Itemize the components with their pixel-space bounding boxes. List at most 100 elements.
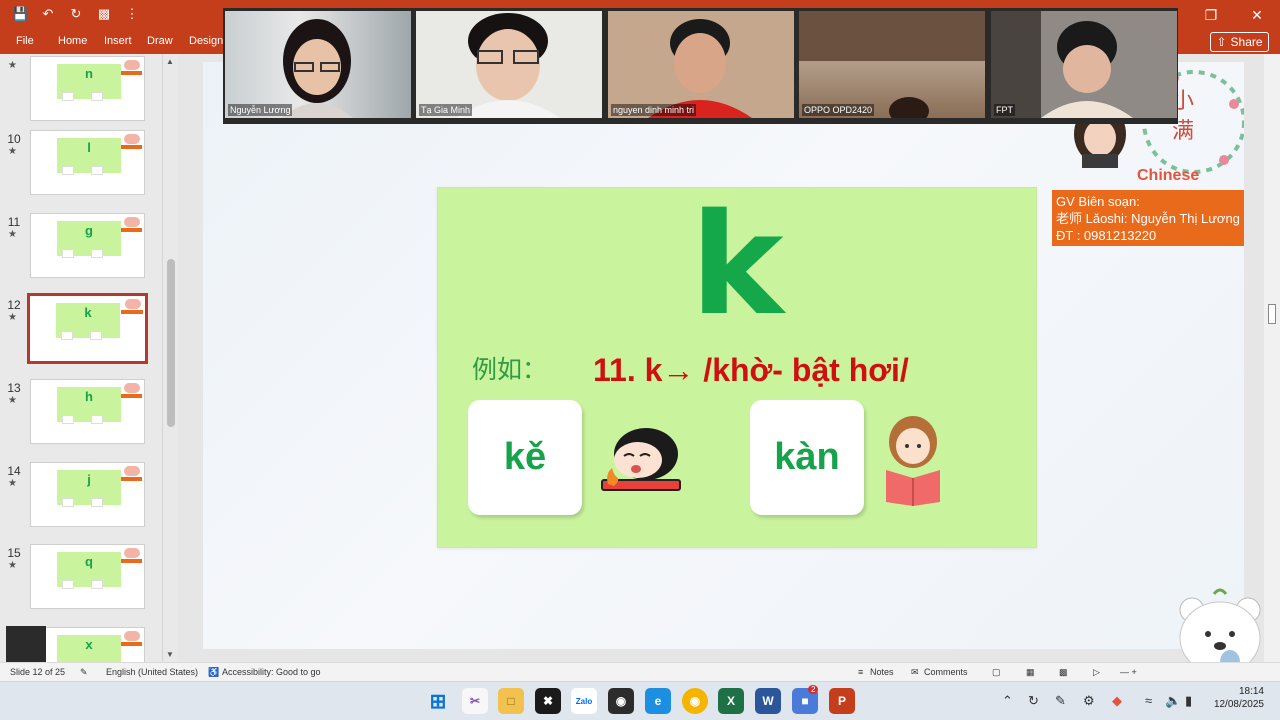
participant-tile[interactable]: Nguyễn Lương xyxy=(225,11,411,118)
capcut-icon[interactable]: ✖ xyxy=(535,688,561,714)
maximize-icon[interactable]: ❐ xyxy=(1188,0,1234,30)
reading-view-icon[interactable]: ▩ xyxy=(1059,667,1068,678)
slide-thumbnail[interactable]: j xyxy=(30,462,145,527)
file-explorer-icon[interactable]: □ xyxy=(498,688,524,714)
slide-thumbnail[interactable]: q xyxy=(30,544,145,609)
slide-thumbnail[interactable]: x xyxy=(30,627,145,662)
comments-icon[interactable]: ✉ xyxy=(911,667,919,678)
clock-time: 18:14 xyxy=(1238,686,1264,697)
thumbnail-letter: k xyxy=(84,305,92,320)
present-icon[interactable]: ▩ xyxy=(96,6,112,22)
slide-thumbnail[interactable]: n xyxy=(30,56,145,121)
star-icon: ★ xyxy=(8,395,17,406)
participant-video-icon xyxy=(281,19,353,118)
slide-thumbnail[interactable]: g xyxy=(30,213,145,278)
tab-home[interactable]: Home xyxy=(58,35,87,47)
chevron-up-icon[interactable]: ⌃ xyxy=(1002,693,1013,709)
wifi-icon[interactable]: ≈ xyxy=(1145,693,1152,708)
slideshow-icon[interactable]: ▷ xyxy=(1093,667,1100,678)
slide-thumbnail-pane: ★ n 10 ★ l 11 ★ g 12 ★ k 13 ★ h 14 ★ j 1… xyxy=(0,54,178,662)
participant-tile[interactable]: nguyen dinh minh tri xyxy=(608,11,794,118)
word-box xyxy=(90,331,102,340)
excel-icon[interactable]: X xyxy=(718,688,744,714)
thumbnail-row[interactable]: 12 ★ k xyxy=(0,293,162,366)
chrome-icon[interactable]: ◉ xyxy=(682,688,708,714)
tab-file[interactable]: File xyxy=(16,35,34,47)
slide-thumbnail-selected[interactable]: k xyxy=(27,293,148,364)
volume-icon[interactable]: 🔈 xyxy=(1165,693,1181,709)
windows-taskbar: ⊞ ✂ □ ✖ Zalo ◉ e ◉ X W ■ 2 P ⌃ ↻ ✎ ⚙ ◆ ≈… xyxy=(0,681,1280,720)
pen-icon[interactable]: ✎ xyxy=(1055,693,1066,709)
header-bar xyxy=(120,559,142,563)
header-bar xyxy=(120,145,142,149)
word-box xyxy=(91,415,103,424)
scroll-thumb[interactable] xyxy=(1268,304,1276,324)
thumbnail-row[interactable]: 10 ★ l xyxy=(0,130,162,200)
sick-face-icon xyxy=(601,428,681,491)
accessibility-icon[interactable]: ♿ xyxy=(208,667,219,678)
thumbnail-content: k xyxy=(56,303,120,340)
system-clock[interactable]: 18:14 12/08/2025 xyxy=(1214,685,1264,711)
thumbnail-letter: h xyxy=(85,389,93,404)
thumbnail-letter: l xyxy=(87,140,91,155)
tab-insert[interactable]: Insert xyxy=(104,35,132,47)
word-box xyxy=(91,92,103,101)
battery-icon[interactable]: ▮ xyxy=(1185,693,1192,709)
slide-thumbnail[interactable]: l xyxy=(30,130,145,195)
zalo-icon[interactable]: Zalo xyxy=(571,688,597,714)
slide-sorter-icon[interactable]: ▦ xyxy=(1026,667,1035,678)
zoom-slider[interactable]: — + xyxy=(1120,667,1137,677)
app-tray-icon[interactable]: ◆ xyxy=(1112,693,1122,709)
slide-thumbnail[interactable]: h xyxy=(30,379,145,444)
thumbnail-row[interactable]: ★ n xyxy=(0,56,162,126)
share-button[interactable]: ⇧ Share xyxy=(1210,32,1269,52)
app-icon[interactable]: ◉ xyxy=(608,688,634,714)
notes-button[interactable]: Notes xyxy=(870,667,894,677)
big-letter: k xyxy=(690,184,784,347)
canvas-scrollbar[interactable] xyxy=(1264,54,1280,662)
thumbnail-row[interactable]: 15 ★ q xyxy=(0,544,162,614)
scroll-up-icon[interactable]: ▲ xyxy=(166,57,174,66)
author-line: 老师 Lǎoshi: Nguyễn Thị Lương xyxy=(1056,211,1240,226)
slide-number: 10 xyxy=(7,132,21,146)
thumbnail-row[interactable]: 13 ★ h xyxy=(0,379,162,449)
thumbnail-content: n xyxy=(57,64,121,101)
redo-icon[interactable]: ↻ xyxy=(68,6,84,22)
reading-girl-icon xyxy=(886,416,940,506)
notes-icon[interactable]: ≡ xyxy=(858,667,863,677)
participant-tile[interactable]: Tạ Gia Minh xyxy=(416,11,602,118)
edge-icon[interactable]: e xyxy=(645,688,671,714)
author-line: GV Biên soạn: xyxy=(1056,194,1140,209)
thumbnail-row[interactable]: 14 ★ j xyxy=(0,462,162,532)
tab-design[interactable]: Design xyxy=(189,35,223,47)
slide-content[interactable]: k 例如： 11. k→ /khờ- bật hơi/ kě kàn xyxy=(437,187,1037,548)
powerpoint-icon[interactable]: P xyxy=(829,688,855,714)
thumbnail-scrollbar[interactable]: ▲ ▼ xyxy=(162,54,178,662)
more-icon[interactable]: ⋮ xyxy=(124,6,140,22)
tab-draw[interactable]: Draw xyxy=(147,35,173,47)
participant-name: OPPO OPD2420 xyxy=(802,104,875,116)
thumbnail-row[interactable]: 11 ★ g xyxy=(0,213,162,283)
scroll-thumb[interactable] xyxy=(167,259,175,427)
snipping-tool-icon[interactable]: ✂ xyxy=(462,688,488,714)
participant-tile[interactable]: OPPO OPD2420 xyxy=(799,11,985,118)
sync-icon[interactable]: ↻ xyxy=(1028,693,1039,709)
comments-button[interactable]: Comments xyxy=(924,667,968,677)
share-icon: ⇧ xyxy=(1216,35,1227,49)
star-icon: ★ xyxy=(8,229,17,240)
save-icon[interactable]: 💾 xyxy=(12,6,28,22)
scroll-down-icon[interactable]: ▼ xyxy=(166,650,174,659)
close-icon[interactable]: ✕ xyxy=(1234,0,1280,30)
spellcheck-icon[interactable]: ✎ xyxy=(80,667,88,678)
undo-icon[interactable]: ↶ xyxy=(40,6,56,22)
language-label[interactable]: English (United States) xyxy=(106,667,198,677)
word-icon[interactable]: W xyxy=(755,688,781,714)
start-icon[interactable]: ⊞ xyxy=(425,688,451,714)
accessibility-status[interactable]: Accessibility: Good to go xyxy=(222,667,321,677)
settings-icon[interactable]: ⚙ xyxy=(1083,693,1095,709)
thumbnail-content: g xyxy=(57,221,121,258)
participant-tile[interactable]: FPT xyxy=(991,11,1177,118)
normal-view-icon[interactable]: ▢ xyxy=(992,667,1001,678)
thumbnail-letter: x xyxy=(85,637,93,652)
slide-number: 11 xyxy=(7,215,21,229)
